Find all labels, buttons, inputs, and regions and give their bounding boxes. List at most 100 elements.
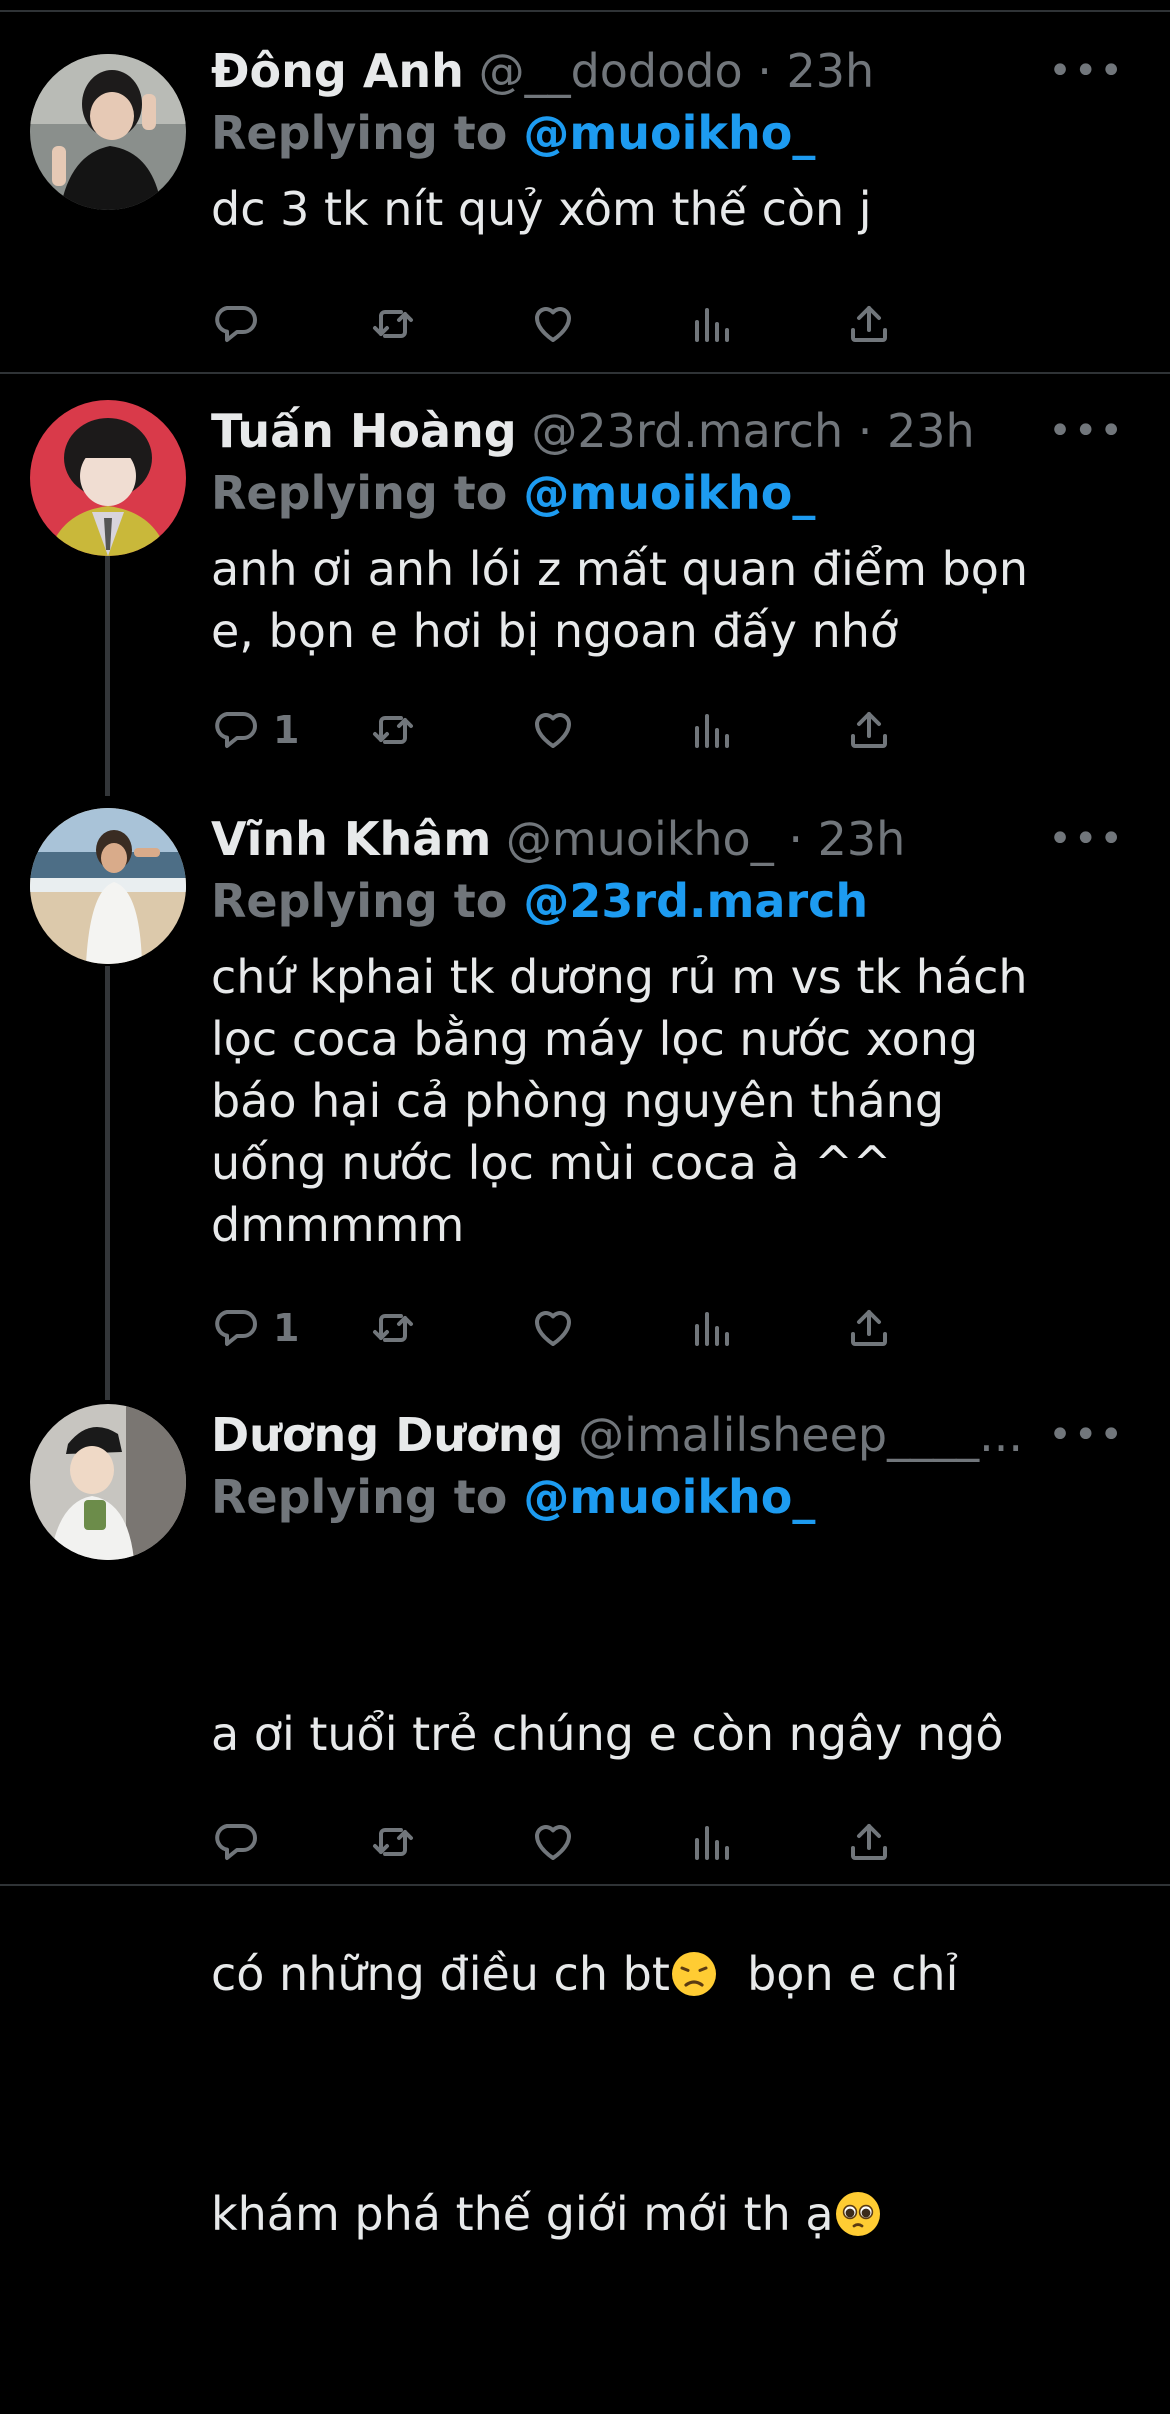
bottom-divider [0, 1884, 1170, 1886]
tweet-tuan-hoang[interactable]: Tuấn Hoàng @23rd.march · 23h ••• Replyin… [0, 400, 1170, 770]
like-button[interactable] [529, 1298, 577, 1358]
retweet-icon [373, 1828, 413, 1856]
views-icon [695, 1312, 729, 1346]
user-handle[interactable]: @imalilsheep____... [578, 1408, 1023, 1462]
reply-count: 1 [273, 1306, 300, 1350]
tweet-text-fragment: khám phá thế giới mới th ạ [211, 2187, 834, 2241]
replying-to: Replying to @muoikho_ [211, 1466, 1140, 1528]
more-options-icon[interactable]: ••• [1048, 400, 1125, 462]
reply-button[interactable] [211, 294, 273, 354]
avatar[interactable] [30, 808, 186, 964]
reply-button[interactable] [211, 1812, 273, 1872]
replying-handle-link[interactable]: @muoikho_ [523, 106, 815, 160]
user-handle[interactable]: @__dododo [479, 44, 743, 98]
views-button[interactable] [687, 700, 735, 760]
replying-handle-link[interactable]: @23rd.march [523, 874, 868, 928]
views-icon [695, 714, 729, 748]
timestamp[interactable]: · 23h [757, 44, 874, 98]
tweet-text: chứ kphai tk dương rủ m vs tk hách lọc c… [211, 950, 1028, 1252]
replying-prefix: Replying to [211, 1470, 524, 1524]
reply-button[interactable]: 1 [211, 1298, 299, 1358]
avatar[interactable] [30, 54, 186, 210]
retweet-button[interactable] [369, 1812, 417, 1872]
tweet-text: dc 3 tk nít quỷ xôm thế còn j [211, 182, 872, 236]
display-name[interactable]: Tuấn Hoàng [211, 404, 517, 458]
share-button[interactable] [845, 294, 893, 354]
tweet-actions: 1 [211, 1298, 1011, 1358]
replying-handle-link[interactable]: @muoikho_ [523, 466, 815, 520]
share-icon [851, 306, 887, 342]
retweet-button[interactable] [369, 700, 417, 760]
replying-prefix: Replying to [211, 874, 524, 928]
replying-prefix: Replying to [211, 106, 524, 160]
share-button[interactable] [845, 700, 893, 760]
tweet-divider [0, 372, 1170, 374]
avatar-image [30, 400, 186, 556]
retweet-icon [373, 1314, 413, 1342]
views-icon [695, 308, 729, 342]
reply-count: 1 [273, 708, 300, 752]
share-button[interactable] [845, 1812, 893, 1872]
share-icon [851, 712, 887, 748]
top-divider [0, 10, 1170, 12]
avatar[interactable] [30, 1404, 186, 1560]
replying-to: Replying to @muoikho_ [211, 462, 1140, 524]
more-options-icon[interactable]: ••• [1048, 40, 1125, 102]
tweet-header: Đông Anh @__dododo · 23h [211, 40, 1140, 102]
pleading-face-emoji-icon [835, 2192, 880, 2236]
like-button[interactable] [529, 1812, 577, 1872]
like-icon [535, 1311, 571, 1346]
tweet-actions: 1 [211, 700, 1011, 760]
views-button[interactable] [687, 1812, 735, 1872]
timestamp[interactable]: · 23h [788, 812, 905, 866]
tweet-text-line: có những điều ch bt bọn e chỉ [211, 1934, 1140, 2014]
share-icon [851, 1310, 887, 1346]
display-name[interactable]: Đông Anh [211, 44, 464, 98]
views-button[interactable] [687, 294, 735, 354]
timestamp[interactable]: · 23h [858, 404, 975, 458]
replying-handle-link[interactable]: @muoikho_ [523, 1470, 815, 1524]
user-handle[interactable]: @muoikho_ [506, 812, 774, 866]
avatar[interactable] [30, 400, 186, 556]
tweet-text: a ơi tuổi trẻ chúng e còn ngây ngô có nh… [211, 1534, 1140, 2414]
display-name[interactable]: Vĩnh Khâm [211, 812, 491, 866]
avatar-image [30, 808, 186, 964]
retweet-button[interactable] [369, 1298, 417, 1358]
tweet-header: Dương Dương @imalilsheep____... [211, 1404, 1140, 1466]
share-button[interactable] [845, 1298, 893, 1358]
avatar-image [30, 54, 186, 210]
tweet-text-line: khám phá thế giới mới th ạ [211, 2174, 1140, 2254]
views-button[interactable] [687, 1298, 735, 1358]
tweet-text-line: a ơi tuổi trẻ chúng e còn ngây ngô [211, 1707, 1004, 1761]
user-handle[interactable]: @23rd.march [531, 404, 843, 458]
share-icon [851, 1824, 887, 1860]
tweet-dong-anh[interactable]: Đông Anh @__dododo · 23h ••• Replying to… [0, 40, 1170, 370]
disappointed-face-emoji-icon [671, 1952, 716, 1996]
tweet-actions [211, 1812, 1011, 1872]
reply-icon [215, 306, 257, 342]
display-name[interactable]: Dương Dương [211, 1408, 563, 1462]
more-options-icon[interactable]: ••• [1048, 808, 1125, 870]
avatar-image [30, 1404, 186, 1560]
views-icon [695, 1826, 729, 1860]
reply-icon [215, 1310, 257, 1346]
like-button[interactable] [529, 700, 577, 760]
reply-icon [215, 1824, 257, 1860]
like-button[interactable] [529, 294, 577, 354]
replying-prefix: Replying to [211, 466, 524, 520]
tweet-text: anh ơi anh lói z mất quan điểm bọn e, bọ… [211, 542, 1029, 658]
retweet-icon [373, 716, 413, 744]
replying-to: Replying to @muoikho_ [211, 102, 1140, 164]
tweet-header: Vĩnh Khâm @muoikho_ · 23h [211, 808, 1140, 870]
like-icon [535, 713, 571, 748]
more-options-icon[interactable]: ••• [1048, 1404, 1125, 1466]
reply-icon [215, 712, 257, 748]
tweet-vinh-kham[interactable]: Vĩnh Khâm @muoikho_ · 23h ••• Replying t… [0, 808, 1170, 1368]
retweet-button[interactable] [369, 294, 417, 354]
tweet-duong-duong[interactable]: Dương Dương @imalilsheep____... ••• Repl… [0, 1404, 1170, 2241]
like-icon [535, 1825, 571, 1860]
tweet-actions [211, 294, 1011, 354]
tweet-text-fragment: có những điều ch bt [211, 1947, 670, 2001]
like-icon [535, 307, 571, 342]
reply-button[interactable]: 1 [211, 700, 299, 760]
